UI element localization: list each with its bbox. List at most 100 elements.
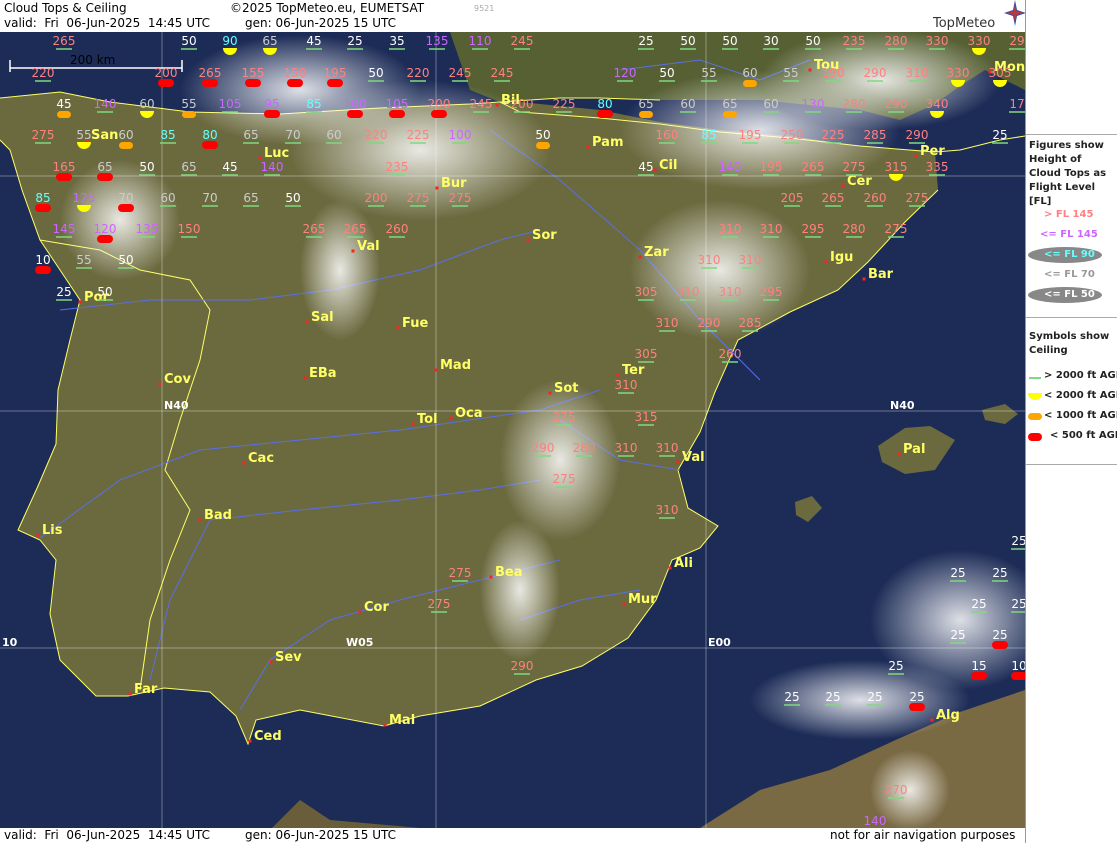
observation[interactable]: 10 bbox=[35, 253, 51, 274]
observation[interactable]: 200 bbox=[511, 97, 534, 113]
observation[interactable]: 105 bbox=[219, 97, 242, 113]
observation[interactable]: 270 bbox=[885, 783, 908, 799]
observation[interactable]: 285 bbox=[739, 316, 762, 332]
observation[interactable]: 310 bbox=[615, 378, 638, 394]
observation[interactable]: 195 bbox=[739, 128, 762, 144]
observation[interactable]: 25 bbox=[56, 285, 72, 301]
observation[interactable]: 50 bbox=[139, 160, 155, 176]
observation[interactable]: 265 bbox=[802, 160, 825, 176]
observation[interactable]: 80 bbox=[202, 128, 218, 149]
observation[interactable]: 275 bbox=[885, 222, 908, 238]
observation[interactable]: 85 bbox=[35, 191, 51, 212]
observation[interactable]: 65 bbox=[243, 128, 259, 144]
observation[interactable]: 260 bbox=[719, 347, 742, 363]
observation[interactable]: 85 bbox=[701, 128, 717, 144]
observation[interactable]: 310 bbox=[906, 66, 929, 82]
observation[interactable]: 60 bbox=[763, 97, 779, 113]
observation[interactable]: 285 bbox=[864, 128, 887, 144]
observation[interactable]: 220 bbox=[407, 66, 430, 82]
observation[interactable]: 310 bbox=[656, 441, 679, 457]
observation[interactable]: 60 bbox=[680, 97, 696, 113]
observation[interactable]: 60 bbox=[139, 97, 155, 118]
observation[interactable]: 260 bbox=[864, 191, 887, 207]
observation[interactable]: 275 bbox=[449, 191, 472, 207]
observation[interactable]: 290 bbox=[511, 659, 534, 675]
observation[interactable]: 35 bbox=[389, 34, 405, 50]
observation[interactable]: 25 bbox=[638, 34, 654, 50]
observation[interactable]: 85 bbox=[306, 97, 322, 113]
observation[interactable]: 225 bbox=[553, 97, 576, 113]
observation[interactable]: 295 bbox=[760, 285, 783, 301]
observation[interactable]: 25 bbox=[992, 128, 1008, 144]
observation[interactable]: 55 bbox=[701, 66, 717, 82]
observation[interactable]: 295 bbox=[802, 222, 825, 238]
observation[interactable]: 290 bbox=[864, 66, 887, 82]
observation[interactable]: 50 bbox=[805, 34, 821, 50]
observation[interactable]: 65 bbox=[97, 160, 113, 181]
observation[interactable]: 50 bbox=[680, 34, 696, 50]
observation[interactable]: 150 bbox=[178, 222, 201, 238]
observation[interactable]: 140 bbox=[261, 160, 284, 176]
observation[interactable]: 335 bbox=[926, 160, 949, 176]
observation[interactable]: 60 bbox=[326, 128, 342, 144]
observation[interactable]: 10 bbox=[1011, 659, 1025, 680]
observation[interactable]: 70 bbox=[202, 191, 218, 207]
observation[interactable]: 310 bbox=[698, 253, 721, 269]
observation[interactable]: 80 bbox=[597, 97, 613, 118]
observation[interactable]: 290 bbox=[906, 128, 929, 144]
observation[interactable]: 275 bbox=[32, 128, 55, 144]
observation[interactable]: 220 bbox=[32, 66, 55, 82]
observation[interactable]: 235 bbox=[386, 160, 409, 176]
observation[interactable]: 265 bbox=[344, 222, 367, 238]
observation[interactable]: 310 bbox=[760, 222, 783, 238]
observation[interactable]: 25 bbox=[992, 566, 1008, 582]
observation[interactable]: 310 bbox=[656, 503, 679, 519]
observation[interactable]: 25 bbox=[971, 597, 987, 613]
observation[interactable]: 290 bbox=[885, 97, 908, 113]
observation[interactable]: 265 bbox=[53, 34, 76, 50]
observation[interactable]: 100 bbox=[449, 128, 472, 144]
observation[interactable]: 25 bbox=[888, 659, 904, 675]
observation[interactable]: 65 bbox=[181, 160, 197, 176]
observation[interactable]: 50 bbox=[118, 253, 134, 269]
observation[interactable]: 260 bbox=[386, 222, 409, 238]
observation[interactable]: 25 bbox=[992, 628, 1008, 649]
observation[interactable]: 30 bbox=[763, 34, 779, 50]
observation[interactable]: 145 bbox=[53, 222, 76, 238]
observation[interactable]: 25 bbox=[347, 34, 363, 50]
observation[interactable]: 235 bbox=[843, 34, 866, 50]
observation[interactable]: 160 bbox=[656, 128, 679, 144]
observation[interactable]: 245 bbox=[511, 34, 534, 50]
observation[interactable]: 310 bbox=[615, 441, 638, 457]
observation[interactable]: 140 bbox=[864, 814, 887, 828]
observation[interactable]: 15 bbox=[971, 659, 987, 680]
observation[interactable]: 275 bbox=[407, 191, 430, 207]
observation[interactable]: 55 bbox=[76, 128, 92, 149]
observation[interactable]: 220 bbox=[365, 128, 388, 144]
observation[interactable]: 200 bbox=[365, 191, 388, 207]
satellite-map[interactable]: 200 km N40 N40 W05 E00 10 Tou Mon Bil San Pa… bbox=[0, 32, 1025, 828]
observation[interactable]: 310 bbox=[739, 253, 762, 269]
observation[interactable]: 50 bbox=[97, 285, 113, 301]
observation[interactable]: 135 bbox=[426, 34, 449, 50]
observation[interactable]: 245 bbox=[470, 97, 493, 113]
observation[interactable]: 70 bbox=[118, 191, 134, 212]
observation[interactable]: 45 bbox=[56, 97, 72, 118]
observation[interactable]: 310 bbox=[656, 316, 679, 332]
observation[interactable]: 195 bbox=[760, 160, 783, 176]
observation[interactable]: 55 bbox=[76, 253, 92, 269]
observation[interactable]: 190 bbox=[822, 66, 845, 82]
observation[interactable]: 50 bbox=[368, 66, 384, 82]
observation[interactable]: 110 bbox=[469, 34, 492, 50]
observation[interactable]: 85 bbox=[160, 128, 176, 144]
observation[interactable]: 60 bbox=[160, 191, 176, 207]
observation[interactable]: 205 bbox=[781, 191, 804, 207]
observation[interactable]: 45 bbox=[638, 160, 654, 176]
observation[interactable]: 25 bbox=[950, 566, 966, 582]
observation[interactable]: 50 bbox=[181, 34, 197, 50]
observation[interactable]: 65 bbox=[722, 97, 738, 118]
observation[interactable]: 65 bbox=[638, 97, 654, 118]
observation[interactable]: 265 bbox=[303, 222, 326, 238]
observation[interactable]: 290 bbox=[532, 441, 555, 457]
observation[interactable]: 45 bbox=[222, 160, 238, 176]
